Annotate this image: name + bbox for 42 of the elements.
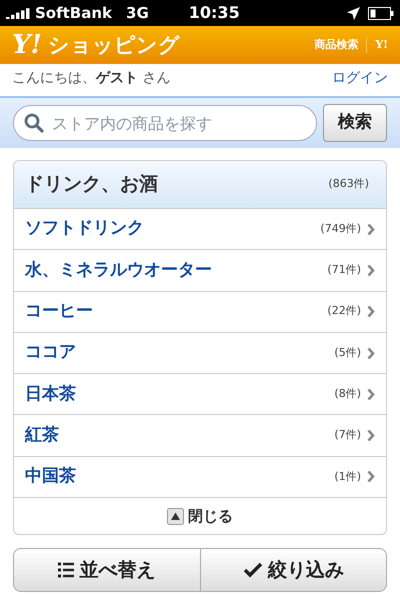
subcategory-count: (71件) <box>327 262 361 278</box>
chevron-right-icon <box>367 264 375 277</box>
subcategory-count: (1件) <box>334 468 361 485</box>
chevron-right-icon <box>367 429 375 442</box>
network-type: 3G <box>126 2 149 24</box>
signal-icon <box>6 7 32 19</box>
chevron-right-icon <box>367 222 375 236</box>
search-icon <box>24 113 44 133</box>
category-title: ドリンク、お酒 <box>25 172 159 198</box>
filter-button[interactable]: 絞り込み <box>200 549 386 592</box>
subcategory-label: 紅茶 <box>25 424 60 447</box>
location-arrow-icon <box>347 6 360 20</box>
category-count: (863件) <box>328 176 370 192</box>
subcategory-count: (22件) <box>327 303 361 320</box>
search-button[interactable]: 検索 <box>323 104 387 142</box>
sort-button[interactable]: 並べ替え <box>14 549 200 592</box>
chevron-right-icon <box>367 388 375 401</box>
subcategory-count: (7件) <box>334 427 361 444</box>
subcategory-label: ソフトドリンク <box>25 217 145 240</box>
subcategory-count: (749件) <box>320 220 361 237</box>
carrier-name: SoftBank <box>35 2 112 24</box>
chevron-right-icon <box>367 470 375 484</box>
checkmark-icon <box>242 562 263 578</box>
subcategory-label: コーヒー <box>25 300 94 323</box>
subcategory-label: 水、ミネラルウオーター <box>25 258 213 282</box>
clock-time: 10:35 <box>188 2 240 24</box>
subcategory-label: 中国茶 <box>25 465 77 488</box>
triangle-up-icon <box>167 508 184 525</box>
login-link[interactable]: ログイン <box>332 68 388 88</box>
subcategory-label: 日本茶 <box>25 382 77 406</box>
logo-text: ショッピング <box>48 34 180 56</box>
subcategory-count: (8件) <box>334 386 361 402</box>
subcategory-row[interactable]: コーヒー (22件) <box>14 292 386 333</box>
subcategory-label: ココア <box>25 341 77 364</box>
chevron-right-icon <box>367 305 375 318</box>
logo-mark: Y! <box>12 32 42 58</box>
chevron-right-icon <box>367 346 375 360</box>
subcategory-count: (5件) <box>334 344 361 361</box>
greeting-text: こんにちは、ゲスト さん <box>12 68 170 88</box>
list-icon <box>58 562 74 578</box>
battery-icon <box>368 6 394 20</box>
search-field[interactable]: ストア内の商品を探す <box>13 105 317 141</box>
